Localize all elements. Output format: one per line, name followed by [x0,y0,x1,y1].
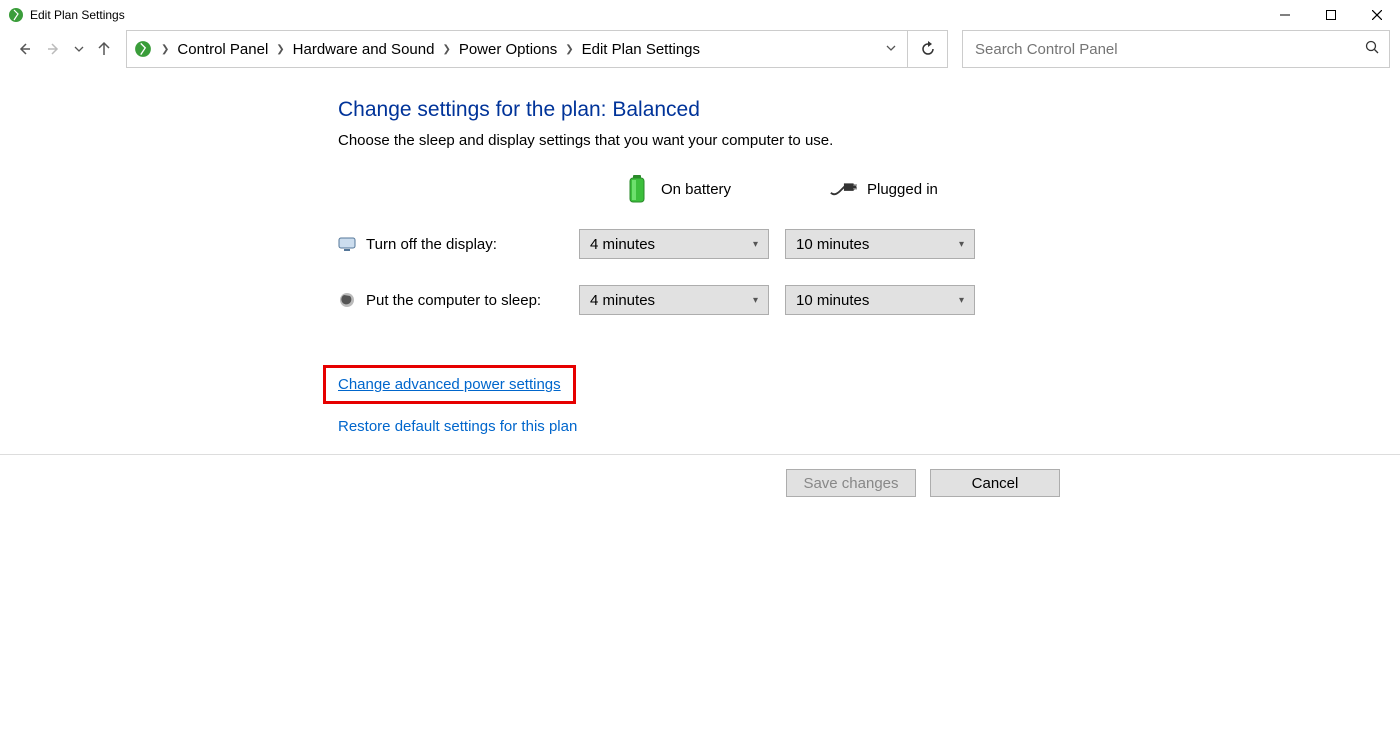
chevron-down-icon: ▾ [959,239,964,250]
column-header-plugged-label: Plugged in [867,181,938,198]
recent-locations-button[interactable] [70,35,88,63]
breadcrumb-item[interactable]: Power Options [453,41,563,58]
sleep-icon [338,291,356,309]
display-battery-value: 4 minutes [590,236,655,253]
display-battery-dropdown[interactable]: 4 minutes ▾ [579,229,769,259]
content-area: Change settings for the plan: Balanced C… [0,68,1400,435]
column-header-battery-label: On battery [661,181,731,198]
settings-grid: On battery Plugged in Turn off the displ… [338,175,1400,315]
sleep-battery-value: 4 minutes [590,292,655,309]
chevron-right-icon: ❯ [274,44,286,55]
chevron-down-icon: ▾ [959,295,964,306]
battery-icon [623,175,651,203]
up-button[interactable] [90,35,118,63]
chevron-right-icon: ❯ [563,44,575,55]
save-button[interactable]: Save changes [786,469,916,497]
cancel-button[interactable]: Cancel [930,469,1060,497]
links-area: Change advanced power settings Restore d… [338,365,1400,435]
display-plugged-dropdown[interactable]: 10 minutes ▾ [785,229,975,259]
search-box[interactable] [962,30,1390,68]
display-plugged-value: 10 minutes [796,236,869,253]
page-heading: Change settings for the plan: Balanced [338,98,1400,122]
footer-bar: Save changes Cancel [0,454,1400,511]
close-button[interactable] [1354,0,1400,30]
nav-row: ❯ Control Panel ❯ Hardware and Sound ❯ P… [0,30,1400,68]
column-header-plugged: Plugged in [785,175,975,203]
row-label-sleep: Put the computer to sleep: [338,291,563,309]
address-dropdown-button[interactable] [875,43,907,56]
sleep-plugged-dropdown[interactable]: 10 minutes ▾ [785,285,975,315]
row-label-display: Turn off the display: [338,235,563,253]
address-bar[interactable]: ❯ Control Panel ❯ Hardware and Sound ❯ P… [126,30,948,68]
forward-button[interactable] [40,35,68,63]
display-icon [338,235,356,253]
minimize-button[interactable] [1262,0,1308,30]
search-input[interactable] [973,40,1365,59]
row-label-display-text: Turn off the display: [366,236,497,253]
chevron-right-icon: ❯ [440,44,452,55]
advanced-power-settings-link[interactable]: Change advanced power settings [338,376,561,393]
plug-icon [829,175,857,203]
sleep-plugged-value: 10 minutes [796,292,869,309]
restore-defaults-link[interactable]: Restore default settings for this plan [338,418,577,435]
titlebar: Edit Plan Settings [0,0,1400,30]
app-icon [8,7,24,23]
column-header-battery: On battery [579,175,769,203]
page-subtext: Choose the sleep and display settings th… [338,132,1400,149]
refresh-button[interactable] [907,31,947,67]
row-label-sleep-text: Put the computer to sleep: [366,292,541,309]
window-title: Edit Plan Settings [30,8,125,22]
chevron-right-icon: ❯ [159,44,171,55]
sleep-battery-dropdown[interactable]: 4 minutes ▾ [579,285,769,315]
advanced-link-highlight: Change advanced power settings [323,365,576,404]
breadcrumb-item[interactable]: Edit Plan Settings [576,41,706,58]
breadcrumb-item[interactable]: Hardware and Sound [287,41,441,58]
breadcrumb-item[interactable]: Control Panel [171,41,274,58]
back-button[interactable] [10,35,38,63]
chevron-down-icon: ▾ [753,295,758,306]
maximize-button[interactable] [1308,0,1354,30]
chevron-down-icon: ▾ [753,239,758,250]
address-bar-icon [127,31,159,67]
search-icon[interactable] [1365,40,1379,58]
breadcrumb: ❯ Control Panel ❯ Hardware and Sound ❯ P… [159,41,875,58]
